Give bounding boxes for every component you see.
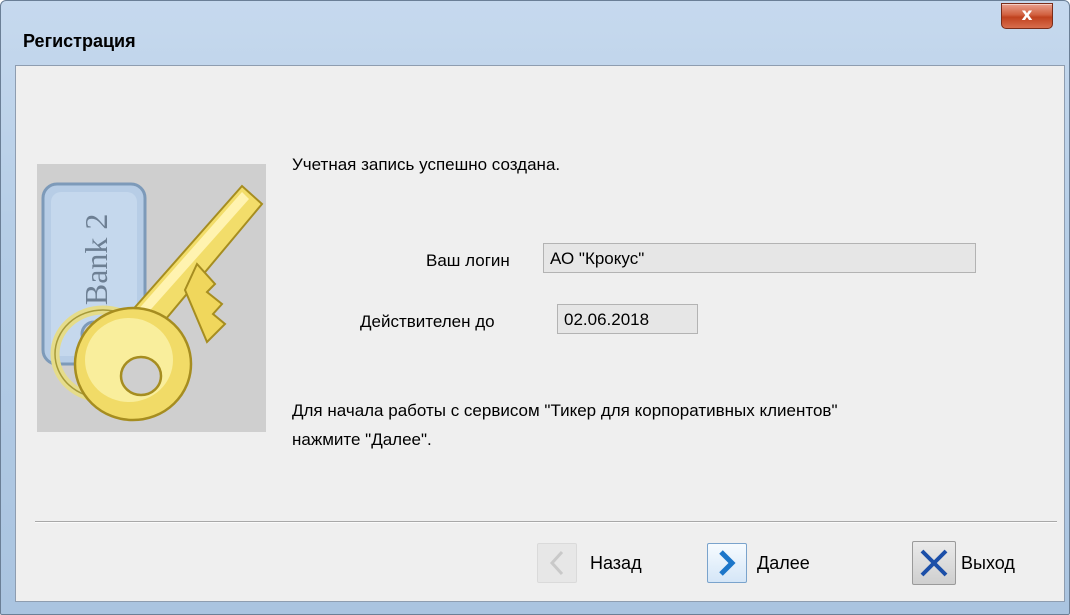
- instruction-text: Для начала работы с сервисом "Тикер для …: [292, 396, 838, 454]
- valid-until-field[interactable]: 02.06.2018: [557, 304, 698, 334]
- dialog-client-area: iBank 2 Учетная запись успешно создана. …: [15, 65, 1065, 602]
- exit-button[interactable]: Выход: [912, 541, 1015, 585]
- back-button[interactable]: Назад: [537, 541, 642, 585]
- next-button-label: Далее: [757, 552, 810, 573]
- close-icon: x: [1021, 5, 1033, 25]
- exit-x-icon: [912, 541, 956, 585]
- back-arrow-icon: [537, 543, 577, 583]
- close-button[interactable]: x: [1001, 3, 1053, 29]
- exit-button-label: Выход: [961, 552, 1015, 573]
- back-button-label: Назад: [590, 552, 642, 573]
- login-label: Ваш логин: [426, 251, 510, 270]
- ibank-key-image: iBank 2: [37, 164, 266, 432]
- next-arrow-icon: [707, 543, 747, 583]
- window-title: Регистрация: [23, 31, 136, 51]
- key-icon: iBank 2: [41, 182, 264, 422]
- instruction-line-1: Для начала работы с сервисом "Тикер для …: [292, 401, 838, 420]
- valid-until-label: Действителен до: [360, 312, 495, 331]
- login-field[interactable]: АО "Крокус": [543, 243, 976, 273]
- account-created-message: Учетная запись успешно создана.: [292, 155, 561, 174]
- ibank-tag-text: iBank 2: [78, 214, 114, 314]
- instruction-line-2: нажмите "Далее".: [292, 430, 432, 449]
- next-button[interactable]: Далее: [707, 541, 810, 585]
- button-separator: [35, 521, 1057, 523]
- registration-window: Регистрация x iBank 2 Учетная запись усп…: [0, 0, 1070, 615]
